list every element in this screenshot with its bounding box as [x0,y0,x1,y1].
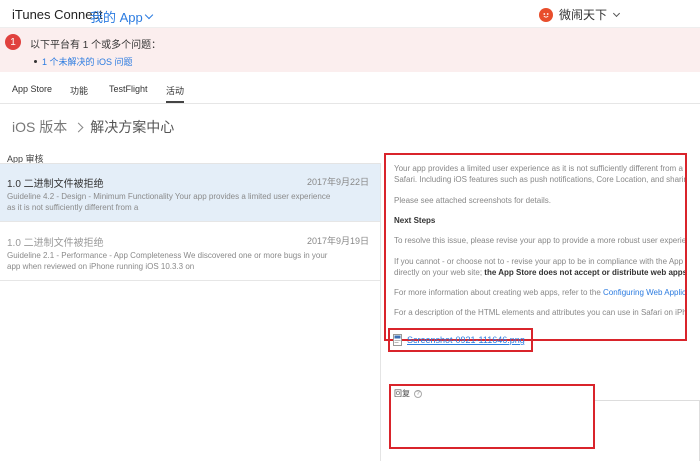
reply-section: 回复 ? [389,384,595,449]
screenshot-attachment-link[interactable]: Screenshot-0921-111646.png [407,335,525,345]
next-steps-heading: Next Steps [394,216,436,225]
message-bold-text: the App Store does not accept or distrib… [484,268,687,277]
my-app-menu-label: 我的 App [90,10,143,25]
issue-description: Guideline 4.2 - Design - Minimum Functio… [7,191,369,213]
tab-features[interactable]: 功能 [70,84,88,97]
resolution-detail-panel: Your app provides a limited user experie… [381,150,700,461]
issue-title: 1.0 二进制文件被拒绝 [7,238,104,249]
nav-tabs: App Store 功能 TestFlight 活动 [0,76,700,104]
alert-count-badge: 1 [5,34,21,50]
breadcrumb-parent[interactable]: iOS 版本 [12,117,67,137]
message-line: For more information about creating web … [394,287,685,298]
reply-label: 回复 ? [394,388,422,399]
brand-title[interactable]: iTunes Connect [12,7,103,22]
issue-description-line: Guideline 4.2 - Design - Minimum Functio… [7,192,331,201]
user-name: 微闹天下 [559,8,608,22]
issue-description: Guideline 2.1 - Performance - App Comple… [7,250,369,272]
bullet-icon [34,60,37,63]
alert-item[interactable]: 1 个未解决的 iOS 问题 [34,55,133,68]
message-line: If you cannot - or choose not to - revis… [394,257,684,266]
message-text: directly on your web site; [394,268,483,277]
image-file-icon [393,334,402,346]
attachment: Screenshot-0921-111646.png [388,328,533,352]
user-menu[interactable]: 微闹天下 [539,6,621,23]
issue-description-line: app when reviewed on iPhone running iOS … [7,262,195,271]
issue-row-selected[interactable]: 1.0 二进制文件被拒绝 2017年9月22日 Guideline 4.2 - … [0,164,380,222]
reply-label-text: 回复 [394,389,410,398]
alert-item-link[interactable]: 1 个未解决的 iOS 问题 [42,55,133,68]
reply-input[interactable] [393,400,593,446]
issue-date: 2017年9月22日 [306,177,369,187]
my-app-menu[interactable]: 我的 App [90,7,153,26]
configuring-web-apps-link[interactable]: Configuring Web Applic [603,288,685,297]
message-line: Your app provides a limited user experie… [394,164,683,173]
avatar [539,7,553,22]
message-text: For more information about creating web … [394,288,601,297]
issue-list: 1.0 二进制文件被拒绝 2017年9月22日 Guideline 4.2 - … [0,163,381,461]
chevron-down-icon [144,10,153,20]
help-icon[interactable]: ? [414,389,422,398]
breadcrumb: iOS 版本 解决方案中心 [12,117,174,137]
issue-row[interactable]: 1.0 二进制文件被拒绝 2017年9月19日 Guideline 2.1 - … [0,223,380,281]
chevron-down-icon [612,9,621,17]
page-title: 解决方案中心 [90,119,175,135]
message-line: directly on your web site; the App Store… [394,267,687,278]
message-line: To resolve this issue, please revise you… [394,236,687,245]
message-line: Please see attached screenshots for deta… [394,196,551,205]
chevron-right-icon [73,122,84,132]
top-bar: iTunes Connect 我的 App 微闹天下 [0,0,700,28]
tab-testflight[interactable]: TestFlight [109,84,148,94]
issue-date: 2017年9月19日 [306,236,369,246]
alert-title: 以下平台有 1 个或多个问题： [30,40,162,51]
message-line: Safari. Including iOS features such as p… [394,175,687,184]
tab-app-store[interactable]: App Store [12,84,52,94]
issue-description-line: as it is not sufficiently different from… [7,203,139,212]
issue-title: 1.0 二进制文件被拒绝 [7,179,104,190]
message-line: For a description of the HTML elements a… [394,308,687,317]
tab-activity[interactable]: 活动 [166,84,185,103]
avatar-face-icon [543,12,549,18]
reply-field-border [595,400,700,401]
review-message: Your app provides a limited user experie… [384,153,687,341]
issue-alert-banner: 1 以下平台有 1 个或多个问题： 1 个未解决的 iOS 问题 [0,28,700,72]
issue-description-line: Guideline 2.1 - Performance - App Comple… [7,251,328,260]
